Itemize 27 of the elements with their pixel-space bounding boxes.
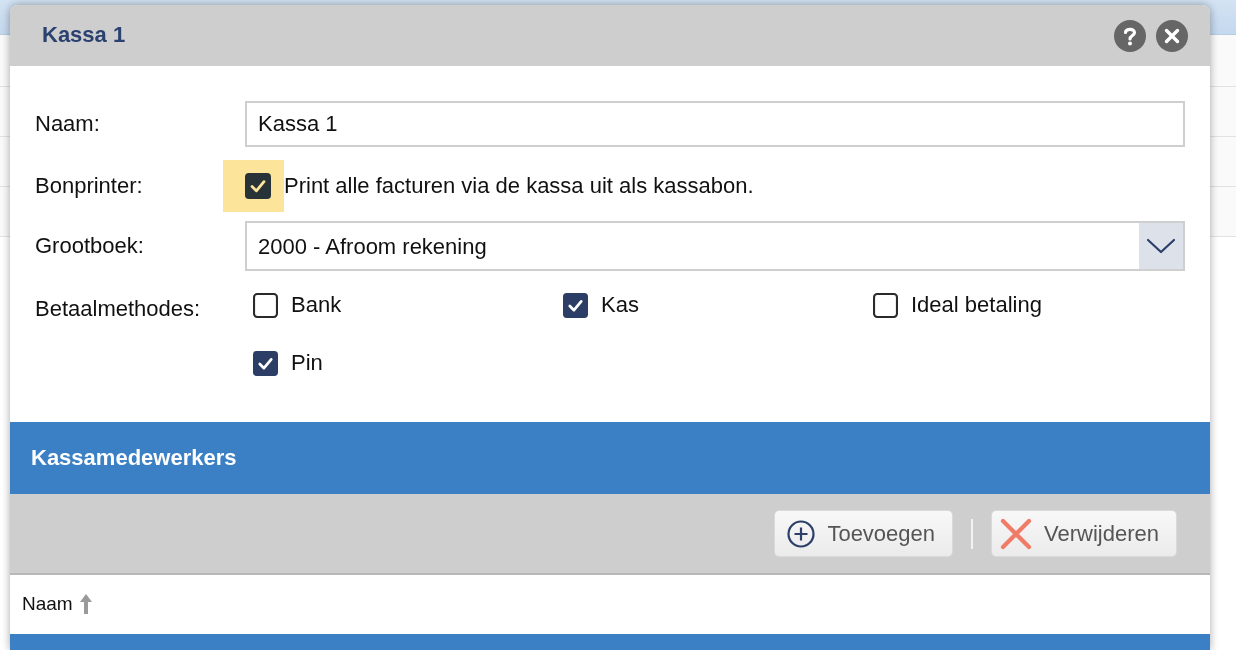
dialog-title: Kassa 1 bbox=[42, 22, 126, 49]
checkbox[interactable] bbox=[563, 292, 588, 318]
field-label: Betaalmethodes: bbox=[35, 296, 202, 323]
field-label: Grootboek: bbox=[35, 232, 145, 260]
account-select[interactable]: 2000 - Afroom rekening bbox=[245, 221, 1185, 271]
close-icon[interactable] bbox=[1156, 19, 1188, 52]
checkbox-label: Ideal betaling bbox=[911, 291, 1042, 319]
remove-button[interactable]: Verwijderen bbox=[991, 510, 1177, 557]
checkbox-label: Kas bbox=[601, 291, 639, 319]
chevron-down-icon bbox=[1146, 238, 1176, 254]
checkbox-label: Print alle facturen via de kassa uit als kassabon. bbox=[284, 172, 754, 200]
checkbox-label: Bank bbox=[291, 291, 342, 319]
field-label: Naam: bbox=[35, 110, 101, 138]
checkbox[interactable] bbox=[253, 292, 278, 318]
field-label: Bonprinter: bbox=[35, 172, 144, 200]
column-header[interactable]: Naam bbox=[22, 593, 73, 616]
checkbox-label: Pin bbox=[291, 349, 323, 377]
plus-circle-icon bbox=[787, 519, 816, 548]
sort-arrow-up-icon[interactable] bbox=[78, 593, 93, 616]
checkbox[interactable] bbox=[873, 292, 898, 318]
help-icon[interactable] bbox=[1114, 19, 1146, 52]
name-input[interactable]: Kassa 1 bbox=[245, 101, 1185, 147]
cross-icon bbox=[1000, 517, 1033, 550]
add-button[interactable]: Toevoegen bbox=[774, 510, 954, 557]
checkbox[interactable] bbox=[245, 173, 271, 199]
checkbox[interactable] bbox=[253, 350, 278, 376]
section-title: Kassamedewerkers bbox=[31, 444, 237, 472]
